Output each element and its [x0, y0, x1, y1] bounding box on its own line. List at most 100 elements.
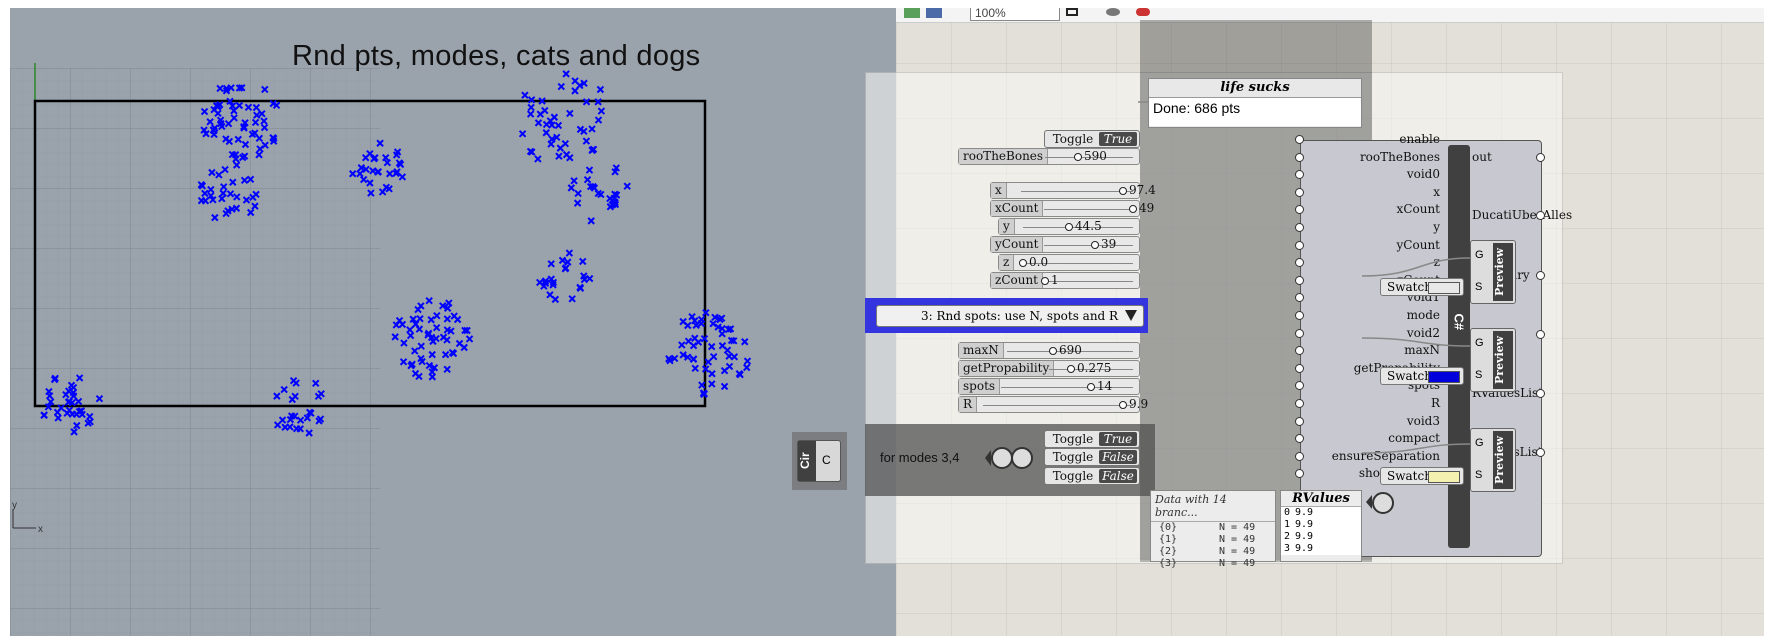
input-port[interactable] — [1295, 399, 1304, 408]
input-port[interactable] — [1295, 363, 1304, 373]
toggle-0[interactable]: Toggle True — [1044, 430, 1140, 448]
input-void3[interactable]: void3 — [1300, 414, 1440, 428]
slider-knob-icon[interactable] — [1119, 401, 1127, 409]
output-port[interactable] — [1536, 153, 1545, 162]
slider-x[interactable]: x 97.4 — [990, 182, 1156, 199]
input-maxN[interactable]: maxN — [1300, 343, 1440, 357]
slider-knob-icon[interactable] — [1019, 259, 1027, 267]
toggle-value[interactable]: False — [1099, 469, 1137, 483]
slider-spots[interactable]: spots 14 — [958, 378, 1140, 395]
slider-knob-icon[interactable] — [1049, 347, 1057, 355]
bake-icon[interactable] — [1136, 8, 1150, 16]
rhino-viewport[interactable]: y x — [10, 8, 898, 636]
input-x[interactable]: x — [1300, 185, 1440, 199]
input-ensureSeparation[interactable]: ensureSeparation — [1300, 449, 1440, 463]
rvalues-panel[interactable]: RValues 0 9.9 1 9.9 2 9.9 3 9.9 — [1280, 490, 1362, 562]
input-port[interactable] — [1295, 451, 1304, 461]
toggle-value[interactable]: True — [1099, 132, 1137, 146]
input-yCount[interactable]: yCount — [1300, 238, 1440, 252]
input-enable[interactable]: enable — [1300, 132, 1440, 146]
input-port[interactable] — [1295, 187, 1304, 197]
input-port[interactable] — [1295, 311, 1304, 320]
input-xCount[interactable]: xCount — [1300, 202, 1440, 216]
swatch-component[interactable]: Swatch — [1380, 467, 1464, 485]
slider-rooTheBones[interactable]: rooTheBones 590 — [958, 148, 1140, 165]
swatch-color[interactable] — [1428, 471, 1460, 483]
input-port[interactable] — [1295, 416, 1304, 426]
toggle-value[interactable]: True — [1099, 432, 1137, 446]
output-out[interactable]: out — [1472, 150, 1492, 164]
preview-port-g[interactable]: G — [1475, 337, 1484, 349]
slider-knob-icon[interactable] — [1119, 187, 1127, 195]
preview-port-s[interactable]: S — [1475, 281, 1482, 293]
globe-icon[interactable] — [1106, 8, 1120, 16]
input-port[interactable] — [1295, 135, 1304, 144]
relay-circles[interactable] — [985, 447, 1033, 469]
viewport-canvas[interactable]: y x — [10, 8, 896, 636]
cir-component[interactable]: Cir C — [797, 440, 841, 482]
output-port[interactable] — [1536, 271, 1545, 280]
zoom-extents-icon[interactable] — [1066, 8, 1078, 16]
preview-component[interactable]: G S Preview — [1470, 240, 1516, 304]
input-port[interactable] — [1295, 152, 1304, 162]
toggle-enable[interactable]: Toggle True — [1044, 130, 1140, 148]
slider-knob-icon[interactable] — [1067, 365, 1075, 373]
slider-R[interactable]: R 9.9 — [958, 396, 1148, 413]
output-port[interactable] — [1536, 389, 1545, 398]
input-port[interactable] — [1295, 223, 1304, 232]
rvalues-output-port[interactable] — [1372, 492, 1394, 514]
slider-knob-icon[interactable] — [1074, 153, 1082, 161]
toggle-1[interactable]: Toggle False — [1044, 448, 1140, 466]
input-rooTheBones[interactable]: rooTheBones — [1300, 150, 1440, 164]
slider-xCount[interactable]: xCount 49 — [990, 200, 1154, 217]
green-icon[interactable] — [904, 8, 920, 18]
input-compact[interactable]: compact — [1300, 431, 1440, 445]
slider-knob-icon[interactable] — [1087, 383, 1095, 391]
input-y[interactable]: y — [1300, 220, 1440, 234]
blue-icon[interactable] — [926, 8, 942, 18]
input-port[interactable] — [1295, 240, 1304, 250]
preview-port-s[interactable]: S — [1475, 369, 1482, 381]
swatch-component[interactable]: Swatch — [1380, 278, 1464, 296]
slider-y[interactable]: y 44.5 — [998, 218, 1140, 235]
slider-track[interactable] — [1044, 245, 1133, 246]
preview-port-g[interactable]: G — [1475, 437, 1484, 449]
input-void2[interactable]: void2 — [1300, 326, 1440, 340]
slider-knob-icon[interactable] — [1041, 277, 1049, 285]
dropdown-arrow-icon[interactable] — [1125, 310, 1137, 321]
toggle-2[interactable]: Toggle False — [1044, 467, 1140, 485]
input-z[interactable]: z — [1300, 255, 1440, 269]
slider-track[interactable] — [983, 405, 1133, 406]
slider-maxN[interactable]: maxN 690 — [958, 342, 1140, 359]
slider-track[interactable] — [1044, 209, 1133, 210]
input-R[interactable]: R — [1300, 396, 1440, 410]
output-port[interactable] — [1536, 211, 1545, 220]
swatch-color[interactable] — [1428, 282, 1460, 294]
slider-yCount[interactable]: yCount 39 — [990, 236, 1140, 253]
preview-component[interactable]: G S Preview — [1470, 328, 1516, 392]
relay-circle-icon[interactable] — [1011, 447, 1033, 469]
slider-track[interactable] — [1001, 387, 1133, 388]
swatch-color[interactable] — [1428, 371, 1460, 383]
swatch-component[interactable]: Swatch — [1380, 367, 1464, 385]
output-DucatiUberAlles[interactable]: DucatiUberAlles — [1472, 208, 1572, 222]
relay-circle-icon[interactable] — [991, 447, 1013, 469]
output-port[interactable] — [1536, 448, 1545, 457]
slider-zCount[interactable]: zCount 1 — [990, 272, 1140, 289]
toggle-value[interactable]: False — [1099, 450, 1137, 464]
input-mode[interactable]: mode — [1300, 308, 1440, 322]
input-void0[interactable]: void0 — [1300, 167, 1440, 181]
data-panel[interactable]: Data with 14 branc... {0} N = 49 {1} N = 49… — [1150, 490, 1276, 569]
slider-getPropability[interactable]: getPropability 0.275 — [958, 360, 1140, 377]
zoom-field[interactable]: 100% — [970, 8, 1060, 21]
slider-track[interactable] — [1021, 191, 1133, 192]
input-port[interactable] — [1295, 275, 1304, 285]
slider-knob-icon[interactable] — [1129, 205, 1137, 213]
slider-knob-icon[interactable] — [1065, 223, 1073, 231]
preview-component[interactable]: G S Preview — [1470, 428, 1516, 492]
preview-port-s[interactable]: S — [1475, 469, 1482, 481]
life-sucks-panel[interactable]: life sucks Done: 686 pts — [1148, 78, 1362, 128]
slider-knob-icon[interactable] — [1091, 241, 1099, 249]
output-port[interactable] — [1536, 330, 1545, 339]
mode-dropdown[interactable]: 3: Rnd spots: use N, spots and R — [876, 305, 1144, 327]
